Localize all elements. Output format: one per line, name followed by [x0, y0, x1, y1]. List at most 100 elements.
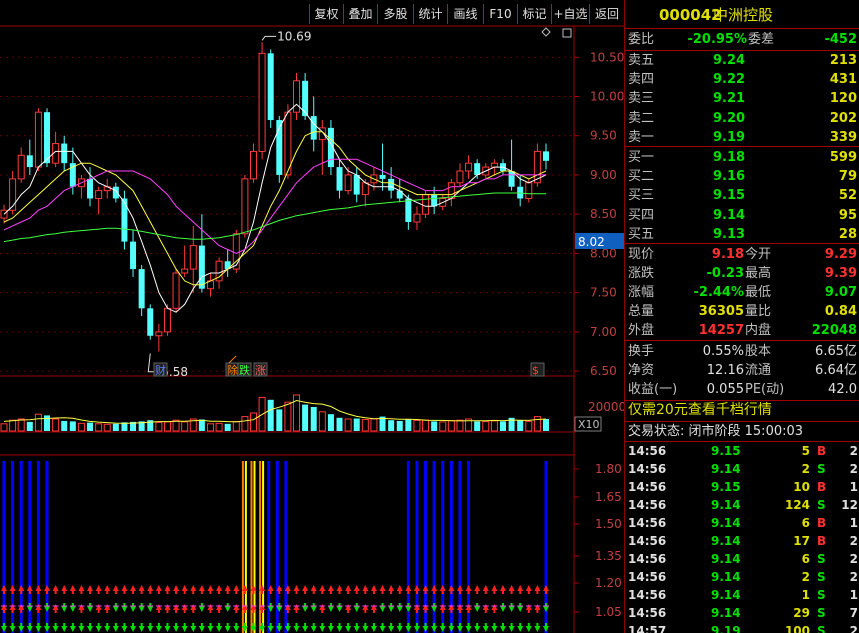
- volume-bar: [447, 420, 455, 432]
- quote-label: 最高: [745, 266, 772, 281]
- tick-row: 14:57 9.19 100 S 2: [625, 622, 859, 633]
- arrow-down-icon: [173, 623, 180, 632]
- tick-row: 14:56 9.14 2 S 2: [625, 460, 859, 478]
- arrow-up-icon: [26, 585, 33, 594]
- tick-row: 14:56 9.15 10 B 1: [625, 478, 859, 496]
- volume-bar: [302, 404, 309, 431]
- volume-bar: [9, 419, 17, 432]
- volume-bar: [155, 421, 163, 432]
- stats-value: 6.64亿: [815, 363, 857, 378]
- arrow-down-icon: [181, 623, 188, 632]
- quote-value: 9.29: [824, 247, 857, 262]
- arrow-up-icon: [52, 604, 59, 613]
- candle-body: [26, 155, 33, 168]
- volume-ma-line: [3, 399, 547, 424]
- arrow-down-icon: [69, 623, 76, 632]
- arrow-down-icon: [543, 603, 549, 612]
- arrow-up-icon: [422, 585, 429, 594]
- quote-value: -0.23: [706, 266, 744, 281]
- arrow-up-icon: [456, 604, 463, 613]
- quote-label: 最低: [745, 285, 772, 300]
- tick-price: 9.15: [711, 444, 741, 458]
- arrow-up-icon: [216, 604, 223, 613]
- arrow-down-icon: [293, 623, 300, 632]
- webi-value: -20.95%: [687, 32, 747, 47]
- tick-row: 14:56 9.14 6 B 1: [625, 514, 859, 532]
- arrow-down-icon: [224, 603, 231, 612]
- tick-row: 14:56 9.14 124 S 12: [625, 496, 859, 514]
- tick-count: 12: [841, 498, 858, 512]
- kline-chart-area[interactable]: 复权 叠加 多股 统计 画线 F10 标记 +自选 返回 10.50 10.00 9…: [0, 0, 624, 633]
- ask-row: 卖五 9.24 213: [625, 51, 859, 70]
- arrow-up-icon: [104, 585, 111, 594]
- arrow-down-icon: [302, 603, 309, 612]
- bid-price: 9.15: [713, 188, 746, 204]
- arrow-up-icon: [190, 585, 197, 594]
- arrow-down-icon: [164, 623, 171, 632]
- arrow-down-icon: [9, 623, 16, 632]
- quote-value: 0.84: [824, 304, 857, 319]
- arrow-down-icon: [422, 623, 429, 632]
- arrow-up-icon: [78, 585, 85, 594]
- arrow-down-icon: [465, 623, 472, 632]
- arrow-up-icon: [216, 585, 223, 594]
- tick-price: 9.14: [711, 516, 741, 530]
- arrow-down-icon: [431, 603, 438, 612]
- candle-body: [456, 170, 464, 184]
- arrow-down-icon: [138, 603, 145, 612]
- arrow-down-icon: [517, 623, 524, 632]
- quote-label: 现价: [628, 247, 655, 262]
- tick-side: S: [817, 498, 826, 512]
- y-tick-label: 10.50: [590, 50, 624, 64]
- arrow-down-icon: [482, 623, 489, 632]
- volume-bar: [52, 418, 60, 432]
- bid-price: 9.18: [713, 150, 746, 165]
- ask-price: 9.20: [713, 110, 746, 126]
- tick-time: 14:56: [628, 480, 667, 494]
- ask-row: 卖一 9.19 339: [625, 128, 859, 147]
- tick-volume: 17: [793, 534, 810, 548]
- ask-label: 卖五: [628, 53, 655, 68]
- arrow-down-icon: [474, 603, 481, 612]
- stats-label: 净资: [628, 363, 655, 378]
- trade-status-text: 交易状态: 闭市阶段 15:00:03: [628, 424, 804, 439]
- stats-row: 收益(一) 0.055 PE(动) 42.0: [625, 380, 859, 399]
- volume-unit-label: X10: [578, 418, 600, 431]
- indicator-tick-label: 1.35: [595, 549, 622, 563]
- arrow-up-icon: [379, 585, 386, 594]
- promo-link[interactable]: 仅需20元查看千档行情: [625, 401, 859, 420]
- arrow-down-icon: [310, 623, 317, 632]
- candle-body: [17, 154, 25, 180]
- tick-time: 14:57: [628, 624, 667, 633]
- arrow-down-icon: [78, 623, 85, 632]
- arrow-up-icon: [18, 604, 25, 613]
- candle-body: [34, 111, 42, 168]
- bid-row: 买二 9.16 79: [625, 167, 859, 186]
- arrow-up-icon: [164, 585, 171, 594]
- tick-volume: 2: [801, 570, 810, 584]
- tick-volume: 2: [801, 462, 810, 476]
- tick-count: 7: [849, 606, 858, 620]
- indicator-tick-label: 1.20: [595, 576, 622, 590]
- stats-value: 0.055: [706, 382, 744, 397]
- tick-count: 2: [849, 570, 858, 584]
- tick-time: 14:56: [628, 606, 667, 620]
- volume-bar: [525, 420, 533, 432]
- arrow-up-icon: [293, 604, 300, 613]
- candle-body: [465, 162, 473, 172]
- candle-body: [163, 307, 171, 333]
- arrow-down-icon: [233, 623, 240, 632]
- arrow-down-icon: [353, 603, 360, 612]
- arrow-up-icon: [448, 585, 455, 594]
- volume-bar: [543, 419, 549, 431]
- candle-body: [121, 198, 128, 242]
- arrow-down-icon: [388, 623, 395, 632]
- arrow-down-icon: [44, 603, 51, 612]
- arrow-down-icon: [18, 623, 25, 632]
- quote-label: 今开: [745, 247, 772, 262]
- arrow-up-icon: [482, 604, 489, 613]
- event-marker-flag: [228, 355, 237, 364]
- tick-price: 9.15: [711, 480, 741, 494]
- arrow-up-icon: [190, 604, 197, 613]
- arrow-down-icon: [508, 623, 515, 632]
